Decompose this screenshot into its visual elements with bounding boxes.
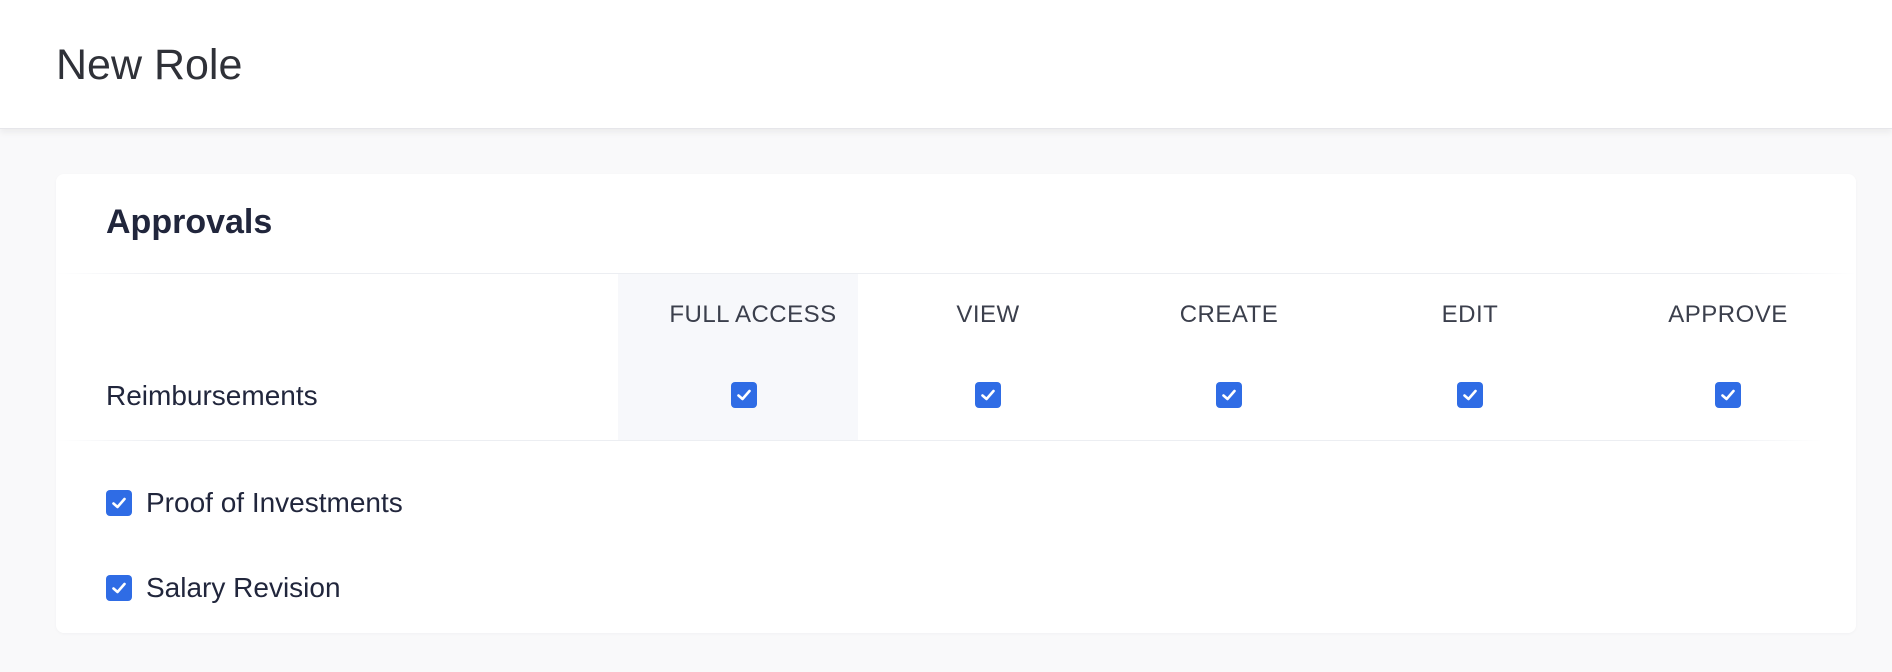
page-header: New Role: [0, 0, 1892, 129]
column-header-edit: EDIT: [1441, 301, 1499, 328]
checkmark-icon: [112, 582, 126, 594]
permission-item-proof-of-investments: Proof of Investments: [106, 486, 403, 520]
section-title-approvals: Approvals: [106, 203, 273, 241]
checkmark-icon: [1721, 389, 1735, 401]
checkmark-icon: [1222, 389, 1236, 401]
label-proof-of-investments: Proof of Investments: [146, 487, 403, 518]
checkmark-icon: [1463, 389, 1477, 401]
full-access-column-highlight: [618, 274, 858, 440]
column-header-full-access: FULL ACCESS: [669, 301, 837, 328]
approvals-card: Approvals FULL ACCESS VIEW CREATE EDIT A…: [56, 174, 1856, 633]
column-header-approve: APPROVE: [1668, 301, 1788, 328]
column-header-view: VIEW: [956, 301, 1020, 328]
row-label-reimbursements: Reimbursements: [106, 380, 318, 411]
checkmark-icon: [737, 389, 751, 401]
row-divider: [56, 440, 1822, 441]
checkbox-reimbursements-edit[interactable]: [1457, 382, 1483, 408]
checkbox-reimbursements-view[interactable]: [975, 382, 1001, 408]
label-salary-revision: Salary Revision: [146, 572, 341, 603]
checkmark-icon: [112, 497, 126, 509]
section-divider: [56, 273, 1856, 274]
page-title: New Role: [56, 41, 243, 89]
checkbox-reimbursements-full-access[interactable]: [731, 382, 757, 408]
checkbox-salary-revision[interactable]: [106, 575, 132, 601]
permission-item-salary-revision: Salary Revision: [106, 571, 341, 605]
checkbox-reimbursements-create[interactable]: [1216, 382, 1242, 408]
checkbox-proof-of-investments[interactable]: [106, 490, 132, 516]
checkbox-reimbursements-approve[interactable]: [1715, 382, 1741, 408]
checkmark-icon: [981, 389, 995, 401]
column-header-create: CREATE: [1179, 301, 1279, 328]
